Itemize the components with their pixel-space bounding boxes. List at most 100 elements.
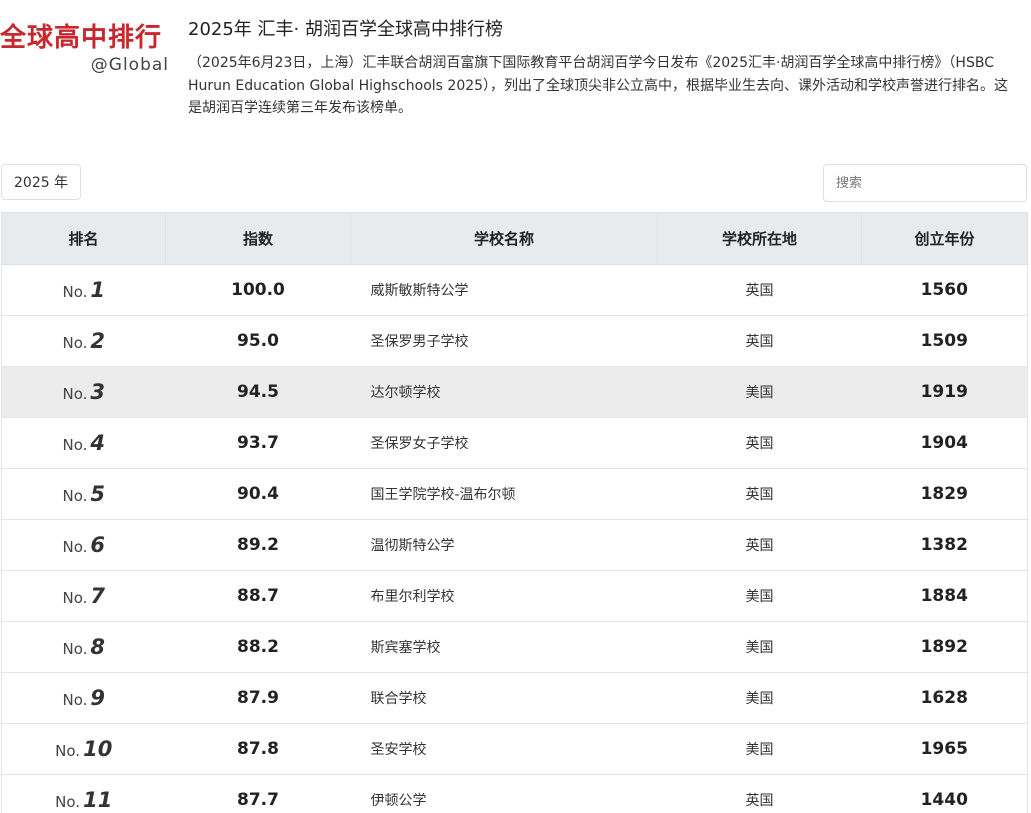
column-header-index[interactable]: 指数	[165, 212, 351, 265]
table-row[interactable]: No. 2 95.0 圣保罗男子学校 英国 1509	[1, 315, 1028, 367]
founded-cell: 1892	[861, 621, 1028, 673]
ranking-table-container: 排名 指数 学校名称 学校所在地 创立年份 No. 1 100.0 威斯敏斯特公学 英国…	[1, 212, 1028, 813]
table-row[interactable]: No. 10 87.8 圣安学校 美国 1965	[1, 723, 1028, 775]
rank-prefix: No.	[62, 538, 88, 556]
rank-cell: No. 9	[1, 672, 166, 724]
table-row[interactable]: No. 8 88.2 斯宾塞学校 美国 1892	[1, 621, 1028, 673]
rank-cell: No. 7	[1, 570, 166, 622]
column-header-school-name[interactable]: 学校名称	[350, 212, 658, 265]
founded-cell: 1829	[861, 468, 1028, 520]
table-row[interactable]: No. 7 88.7 布里尔利学校 美国 1884	[1, 570, 1028, 622]
rank-prefix: No.	[62, 283, 88, 301]
school-name-cell: 圣保罗女子学校	[350, 417, 658, 469]
rank-prefix: No.	[55, 742, 81, 760]
index-cell: 88.7	[165, 570, 351, 622]
index-cell: 87.9	[165, 672, 351, 724]
rank-number: 9	[90, 686, 106, 710]
rank-cell: No. 8	[1, 621, 166, 673]
location-cell: 英国	[657, 468, 862, 520]
index-cell: 87.7	[165, 774, 351, 813]
rank-cell: No. 2	[1, 315, 166, 367]
rank-cell: No. 3	[1, 366, 166, 418]
school-name-cell: 圣安学校	[350, 723, 658, 775]
search-input[interactable]	[823, 164, 1027, 202]
school-name-cell: 威斯敏斯特公学	[350, 264, 658, 316]
rank-cell: No. 4	[1, 417, 166, 469]
logo-sub-text: @Global	[90, 55, 169, 75]
table-row[interactable]: No. 1 100.0 威斯敏斯特公学 英国 1560	[1, 264, 1028, 316]
location-cell: 美国	[657, 366, 862, 418]
rank-prefix: No.	[62, 691, 88, 709]
rank-prefix: No.	[62, 385, 88, 403]
page: 全球高中排行 @Global 2025年 汇丰· 胡润百学全球高中排行榜 （20…	[0, 0, 1031, 813]
rank-cell: No. 6	[1, 519, 166, 571]
rank-number: 7	[90, 584, 106, 608]
logo-main-text: 全球高中排行	[0, 23, 163, 53]
column-header-rank[interactable]: 排名	[1, 212, 166, 265]
index-cell: 90.4	[165, 468, 351, 520]
table-row[interactable]: No. 4 93.7 圣保罗女子学校 英国 1904	[1, 417, 1028, 469]
index-cell: 87.8	[165, 723, 351, 775]
logo: 全球高中排行 @Global	[0, 22, 175, 76]
location-cell: 美国	[657, 621, 862, 673]
school-name-cell: 斯宾塞学校	[350, 621, 658, 673]
founded-cell: 1560	[861, 264, 1028, 316]
index-cell: 93.7	[165, 417, 351, 469]
location-cell: 英国	[657, 315, 862, 367]
table-row[interactable]: No. 11 87.7 伊顿公学 英国 1440	[1, 774, 1028, 813]
page-description: （2025年6月23日，上海）汇丰联合胡润百富旗下国际教育平台胡润百学今日发布《…	[188, 55, 1009, 116]
rank-prefix: No.	[62, 589, 88, 607]
location-cell: 英国	[657, 774, 862, 813]
table-row[interactable]: No. 6 89.2 温彻斯特公学 英国 1382	[1, 519, 1028, 571]
index-cell: 89.2	[165, 519, 351, 571]
rank-cell: No. 1	[1, 264, 166, 316]
rank-prefix: No.	[62, 436, 88, 454]
school-name-cell: 布里尔利学校	[350, 570, 658, 622]
table-row[interactable]: No. 5 90.4 国王学院学校-温布尔顿 英国 1829	[1, 468, 1028, 520]
year-selector-button[interactable]: 2025 年	[1, 164, 82, 200]
rank-prefix: No.	[62, 487, 88, 505]
rank-number: 2	[90, 329, 106, 353]
table-row[interactable]: No. 3 94.5 达尔顿学校 美国 1919	[1, 366, 1028, 418]
index-cell: 100.0	[165, 264, 351, 316]
page-title: 2025年 汇丰· 胡润百学全球高中排行榜	[188, 19, 503, 40]
index-cell: 94.5	[165, 366, 351, 418]
location-cell: 美国	[657, 570, 862, 622]
founded-cell: 1509	[861, 315, 1028, 367]
school-name-cell: 联合学校	[350, 672, 658, 724]
rank-number: 6	[90, 533, 106, 557]
founded-cell: 1382	[861, 519, 1028, 571]
column-header-location[interactable]: 学校所在地	[657, 212, 862, 265]
rank-number: 11	[83, 788, 113, 812]
founded-cell: 1628	[861, 672, 1028, 724]
school-name-cell: 温彻斯特公学	[350, 519, 658, 571]
table-row[interactable]: No. 9 87.9 联合学校 美国 1628	[1, 672, 1028, 724]
rank-cell: No. 11	[1, 774, 166, 813]
rank-number: 1	[90, 278, 106, 302]
rank-number: 10	[83, 737, 113, 761]
location-cell: 英国	[657, 264, 862, 316]
location-cell: 美国	[657, 672, 862, 724]
rank-number: 3	[90, 380, 106, 404]
rank-prefix: No.	[62, 334, 88, 352]
index-cell: 95.0	[165, 315, 351, 367]
rank-cell: No. 10	[1, 723, 166, 775]
school-name-cell: 圣保罗男子学校	[350, 315, 658, 367]
founded-cell: 1919	[861, 366, 1028, 418]
rank-number: 4	[90, 431, 106, 455]
rank-cell: No. 5	[1, 468, 166, 520]
rank-number: 5	[90, 482, 106, 506]
founded-cell: 1965	[861, 723, 1028, 775]
location-cell: 英国	[657, 519, 862, 571]
table-header-row: 排名 指数 学校名称 学校所在地 创立年份	[1, 212, 1028, 265]
column-header-founded[interactable]: 创立年份	[861, 212, 1028, 265]
school-name-cell: 达尔顿学校	[350, 366, 658, 418]
founded-cell: 1440	[861, 774, 1028, 813]
table-body: No. 1 100.0 威斯敏斯特公学 英国 1560 No. 2 95.0 圣保罗男子学校 英国 1…	[1, 264, 1028, 813]
founded-cell: 1904	[861, 417, 1028, 469]
ranking-table: 排名 指数 学校名称 学校所在地 创立年份 No. 1 100.0 威斯敏斯特公学 英国…	[1, 212, 1028, 813]
rank-prefix: No.	[55, 793, 81, 811]
founded-cell: 1884	[861, 570, 1028, 622]
rank-prefix: No.	[62, 640, 88, 658]
index-cell: 88.2	[165, 621, 351, 673]
